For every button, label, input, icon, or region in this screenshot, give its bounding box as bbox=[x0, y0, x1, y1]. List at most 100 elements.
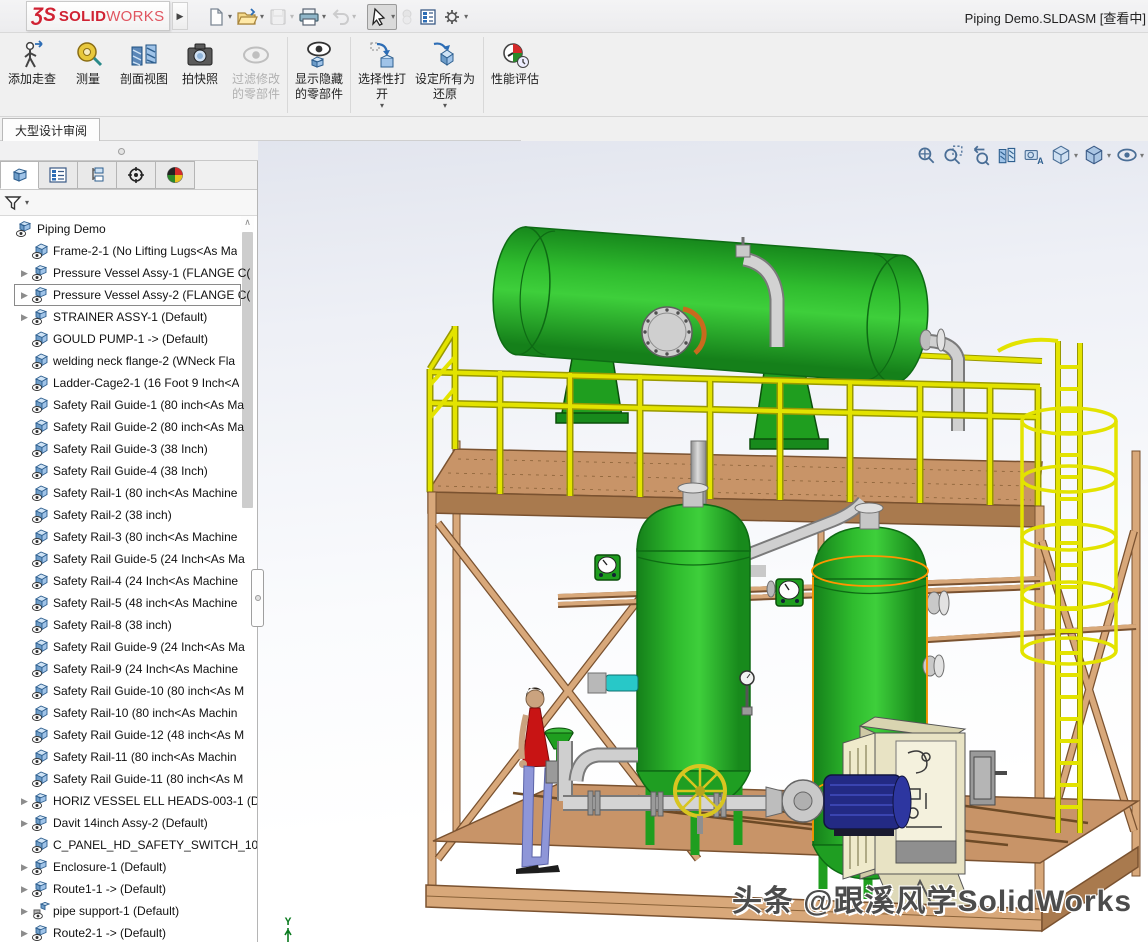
tree-item[interactable]: Safety Rail-8 (38 inch) bbox=[0, 614, 257, 636]
tree-item[interactable]: Safety Rail Guide-5 (24 Inch<As Ma bbox=[0, 548, 257, 570]
ribbon-button-measure[interactable]: 测量 bbox=[60, 35, 116, 98]
previous-view-icon[interactable] bbox=[969, 144, 991, 166]
tree-item[interactable]: Safety Rail Guide-12 (48 inch<As M bbox=[0, 724, 257, 746]
tab-large-design-review[interactable]: 大型设计审阅 bbox=[2, 118, 100, 141]
expand-arrow-icon[interactable]: ▶ bbox=[18, 884, 31, 895]
section-view-icon[interactable] bbox=[996, 144, 1018, 166]
menu-flyout-arrow[interactable]: ▶ bbox=[172, 2, 188, 30]
dropdown-arrow[interactable]: ▾ bbox=[380, 102, 384, 112]
tree-item[interactable]: C_PANEL_HD_SAFETY_SWITCH_10 bbox=[0, 834, 257, 856]
tree-item[interactable]: Piping Demo bbox=[0, 218, 257, 240]
panel-collapse-knob[interactable] bbox=[118, 148, 125, 155]
valve-gauge-left[interactable] bbox=[595, 555, 620, 580]
part-icon bbox=[31, 550, 50, 568]
new-document-icon[interactable]: ▾ bbox=[205, 5, 233, 29]
filter-dropdown-arrow[interactable]: ▾ bbox=[25, 198, 29, 207]
expand-arrow-icon[interactable]: ▶ bbox=[18, 906, 31, 917]
tree-item[interactable]: Safety Rail-1 (80 inch<As Machine bbox=[0, 482, 257, 504]
ribbon-button-set-resolved[interactable]: 设定所有为还原▾ bbox=[410, 35, 480, 113]
tree-item[interactable]: Safety Rail Guide-9 (24 Inch<As Ma bbox=[0, 636, 257, 658]
tree-item[interactable]: ▶Enclosure-1 (Default) bbox=[0, 856, 257, 878]
print-document-icon[interactable]: ▾ bbox=[297, 5, 327, 29]
tab-displaymanager[interactable] bbox=[39, 161, 78, 189]
display-pane-icon[interactable] bbox=[417, 5, 439, 29]
tree-item[interactable]: Safety Rail Guide-3 (38 Inch) bbox=[0, 438, 257, 460]
assembly-icon bbox=[31, 792, 50, 810]
part-icon bbox=[31, 418, 50, 436]
horizontal-pressure-vessel[interactable] bbox=[489, 225, 932, 385]
ribbon-button-performance[interactable]: 性能评估 bbox=[487, 35, 543, 98]
ribbon-button-add-walkthrough[interactable]: 添加走查 bbox=[4, 35, 60, 98]
commandmanager-tab-row: 大型设计审阅 bbox=[0, 117, 521, 141]
tree-item[interactable]: ▶pipe support-1 (Default) bbox=[0, 900, 257, 922]
view-orientation-icon[interactable]: ▾ bbox=[1050, 144, 1078, 166]
expand-arrow-icon[interactable]: ▶ bbox=[18, 928, 31, 939]
ribbon-button-take-snapshot[interactable]: 拍快照 bbox=[172, 35, 228, 98]
tree-item[interactable]: welding neck flange-2 (WNeck Fla bbox=[0, 350, 257, 372]
ribbon-button-selective-open[interactable]: 选择性打开▾ bbox=[354, 35, 410, 113]
pump-motor[interactable] bbox=[824, 775, 911, 836]
tree-item[interactable]: Safety Rail-5 (48 inch<As Machine bbox=[0, 592, 257, 614]
expand-arrow-icon[interactable]: ▶ bbox=[18, 268, 31, 279]
ribbon-button-label: 显示隐藏的零部件 bbox=[295, 72, 343, 102]
tree-item[interactable]: GOULD PUMP-1 -> (Default) bbox=[0, 328, 257, 350]
tree-item-label: Safety Rail Guide-9 (24 Inch<As Ma bbox=[53, 640, 245, 654]
ribbon-button-label: 性能评估 bbox=[491, 72, 539, 87]
tab-appearances[interactable] bbox=[156, 161, 195, 189]
ribbon-button-label: 设定所有为还原 bbox=[414, 72, 476, 102]
tree-item[interactable]: Safety Rail Guide-2 (80 inch<As Ma bbox=[0, 416, 257, 438]
tree-item[interactable]: ▶STRAINER ASSY-1 (Default) bbox=[0, 306, 257, 328]
tree-item[interactable]: ▶Route2-1 -> (Default) bbox=[0, 922, 257, 942]
tree-item-label: Safety Rail-11 (80 inch<As Machin bbox=[53, 750, 237, 764]
tree-item[interactable]: Safety Rail Guide-1 (80 inch<As Ma bbox=[0, 394, 257, 416]
tree-item[interactable]: Safety Rail Guide-4 (38 Inch) bbox=[0, 460, 257, 482]
tree-filter-row: ▾ bbox=[0, 190, 257, 216]
tree-item[interactable]: Ladder-Cage2-1 (16 Foot 9 Inch<A bbox=[0, 372, 257, 394]
tab-dimxpertmanager[interactable] bbox=[117, 161, 156, 189]
tree-item[interactable]: ▶ Route1-1 -> (Default) bbox=[0, 878, 257, 900]
expand-arrow-icon[interactable]: ▶ bbox=[18, 796, 31, 807]
filter-funnel-icon[interactable] bbox=[4, 195, 22, 211]
tree-item-label: Pressure Vessel Assy-1 (FLANGE C( bbox=[53, 266, 250, 280]
tab-featuremanager-design-tree[interactable] bbox=[0, 161, 39, 189]
zoom-to-area-icon[interactable] bbox=[942, 144, 964, 166]
tree-item[interactable]: Frame-2-1 (No Lifting Lugs<As Ma bbox=[0, 240, 257, 262]
dropdown-arrow[interactable]: ▾ bbox=[443, 102, 447, 112]
tree-item[interactable]: Safety Rail-10 (80 inch<As Machin bbox=[0, 702, 257, 724]
ribbon-button-section-view[interactable]: 剖面视图 bbox=[116, 35, 172, 98]
ribbon-button-show-hidden[interactable]: 显示隐藏的零部件 bbox=[291, 35, 347, 113]
display-style-icon[interactable]: ▾ bbox=[1083, 144, 1111, 166]
valve-gauge-middle[interactable] bbox=[767, 579, 803, 606]
open-document-icon[interactable]: ▾ bbox=[235, 5, 265, 29]
hide-show-items-icon[interactable]: ▾ bbox=[1116, 144, 1144, 166]
piping-demo-3d-scene[interactable] bbox=[258, 141, 1148, 942]
graphics-viewport[interactable]: A ▾ ▾ ▾ 头条 @跟溪风学SolidWorks Y bbox=[258, 141, 1148, 942]
filter-modified-icon bbox=[241, 38, 271, 72]
expand-arrow-icon[interactable]: ▶ bbox=[18, 862, 31, 873]
tree-item[interactable]: Safety Rail-9 (24 Inch<As Machine bbox=[0, 658, 257, 680]
options-gear-icon[interactable]: ▾ bbox=[441, 5, 469, 29]
part-icon bbox=[31, 770, 50, 788]
tree-item[interactable]: ▶Davit 14inch Assy-2 (Default) bbox=[0, 812, 257, 834]
tree-item-label: Route1-1 -> (Default) bbox=[53, 882, 166, 896]
part-icon bbox=[31, 726, 50, 744]
tree-item[interactable]: ▶Pressure Vessel Assy-2 (FLANGE C( bbox=[0, 284, 257, 306]
part-icon bbox=[31, 704, 50, 722]
select-tool[interactable]: ▾ bbox=[367, 4, 397, 30]
tree-item[interactable]: Safety Rail-11 (80 inch<As Machin bbox=[0, 746, 257, 768]
ribbon-button-label: 过滤修改的零部件 bbox=[232, 72, 280, 102]
zoom-to-fit-icon[interactable] bbox=[915, 144, 937, 166]
tree-item[interactable]: ▶HORIZ VESSEL ELL HEADS-003-1 (D bbox=[0, 790, 257, 812]
tab-configurationmanager[interactable] bbox=[78, 161, 117, 189]
tree-item[interactable]: ▶ Pressure Vessel Assy-1 (FLANGE C( bbox=[0, 262, 257, 284]
panel-splitter-handle[interactable] bbox=[251, 569, 264, 627]
tree-item[interactable]: Safety Rail-3 (80 inch<As Machine bbox=[0, 526, 257, 548]
tree-item[interactable]: Safety Rail-4 (24 Inch<As Machine bbox=[0, 570, 257, 592]
tree-item[interactable]: Safety Rail Guide-11 (80 inch<As M bbox=[0, 768, 257, 790]
tree-item[interactable]: Safety Rail-2 (38 inch) bbox=[0, 504, 257, 526]
expand-arrow-icon[interactable]: ▶ bbox=[18, 818, 31, 829]
expand-arrow-icon[interactable]: ▶ bbox=[18, 312, 31, 323]
vessel1-side-coupling[interactable] bbox=[588, 673, 638, 693]
tree-item[interactable]: Safety Rail Guide-10 (80 inch<As M bbox=[0, 680, 257, 702]
annotation-views-icon[interactable]: A bbox=[1023, 144, 1045, 166]
